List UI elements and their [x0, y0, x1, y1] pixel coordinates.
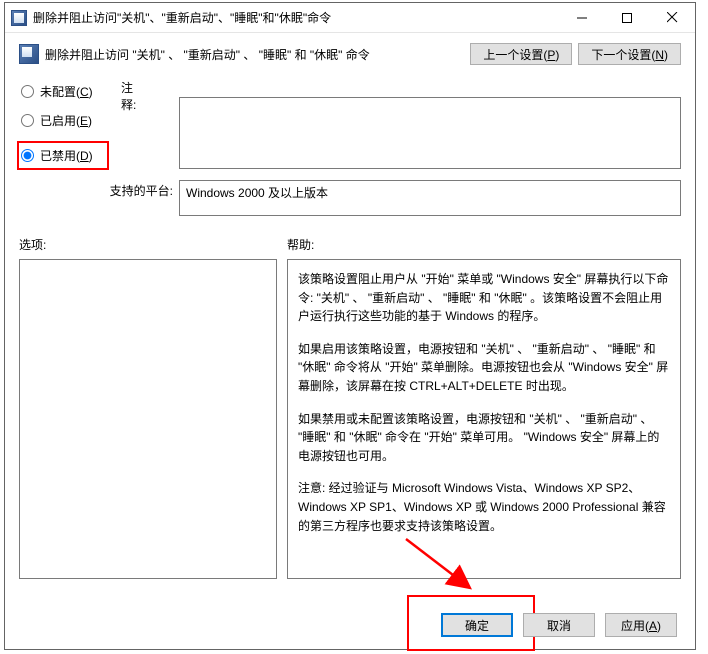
close-button[interactable] — [649, 3, 695, 32]
ok-button[interactable]: 确定 — [441, 613, 513, 637]
radio-enabled[interactable]: 已启用(E) — [21, 112, 179, 129]
help-paragraph: 如果禁用或未配置该策略设置，电源按钮和 "关机" 、 "重新启动" 、 "睡眠"… — [298, 410, 670, 466]
radio-disabled-highlight: 已禁用(D) — [17, 141, 109, 170]
titlebar: 删除并阻止访问"关机"、"重新启动"、"睡眠"和"休眠"命令 — [5, 3, 695, 33]
window-title: 删除并阻止访问"关机"、"重新启动"、"睡眠"和"休眠"命令 — [33, 9, 559, 26]
comment-field[interactable] — [179, 97, 681, 169]
cancel-button[interactable]: 取消 — [523, 613, 595, 637]
previous-setting-button[interactable]: 上一个设置(P) — [470, 43, 572, 65]
next-setting-button[interactable]: 下一个设置(N) — [578, 43, 681, 65]
minimize-button[interactable] — [559, 3, 604, 32]
radio-not-configured[interactable]: 未配置(C) — [21, 83, 179, 100]
apply-button[interactable]: 应用(A) — [605, 613, 677, 637]
help-panel: 该策略设置阻止用户从 "开始" 菜单或 "Windows 安全" 屏幕执行以下命… — [287, 259, 681, 579]
options-panel — [19, 259, 277, 579]
footer-buttons: 确定 取消 应用(A) — [441, 613, 677, 637]
help-paragraph: 如果启用该策略设置，电源按钮和 "关机" 、 "重新启动" 、 "睡眠" 和 "… — [298, 340, 670, 396]
radio-disabled[interactable]: 已禁用(D) — [21, 147, 93, 164]
header-row: 删除并阻止访问 "关机" 、 "重新启动" 、 "睡眠" 和 "休眠" 命令 上… — [19, 43, 681, 65]
help-paragraph: 注意: 经过验证与 Microsoft Windows Vista、Window… — [298, 479, 670, 535]
app-icon — [11, 10, 27, 26]
policy-title: 删除并阻止访问 "关机" 、 "重新启动" 、 "睡眠" 和 "休眠" 命令 — [45, 46, 470, 63]
help-paragraph: 该策略设置阻止用户从 "开始" 菜单或 "Windows 安全" 屏幕执行以下命… — [298, 270, 670, 326]
policy-editor-window: 删除并阻止访问"关机"、"重新启动"、"睡眠"和"休眠"命令 删除并阻止访问 "… — [4, 2, 696, 650]
maximize-button[interactable] — [604, 3, 649, 32]
content-area: 删除并阻止访问 "关机" 、 "重新启动" 、 "睡眠" 和 "休眠" 命令 上… — [5, 33, 695, 589]
options-label: 选项: — [19, 236, 287, 253]
platform-label: 支持的平台: — [110, 184, 173, 198]
policy-icon — [19, 44, 39, 64]
help-label: 帮助: — [287, 236, 314, 253]
platform-field — [179, 180, 681, 216]
